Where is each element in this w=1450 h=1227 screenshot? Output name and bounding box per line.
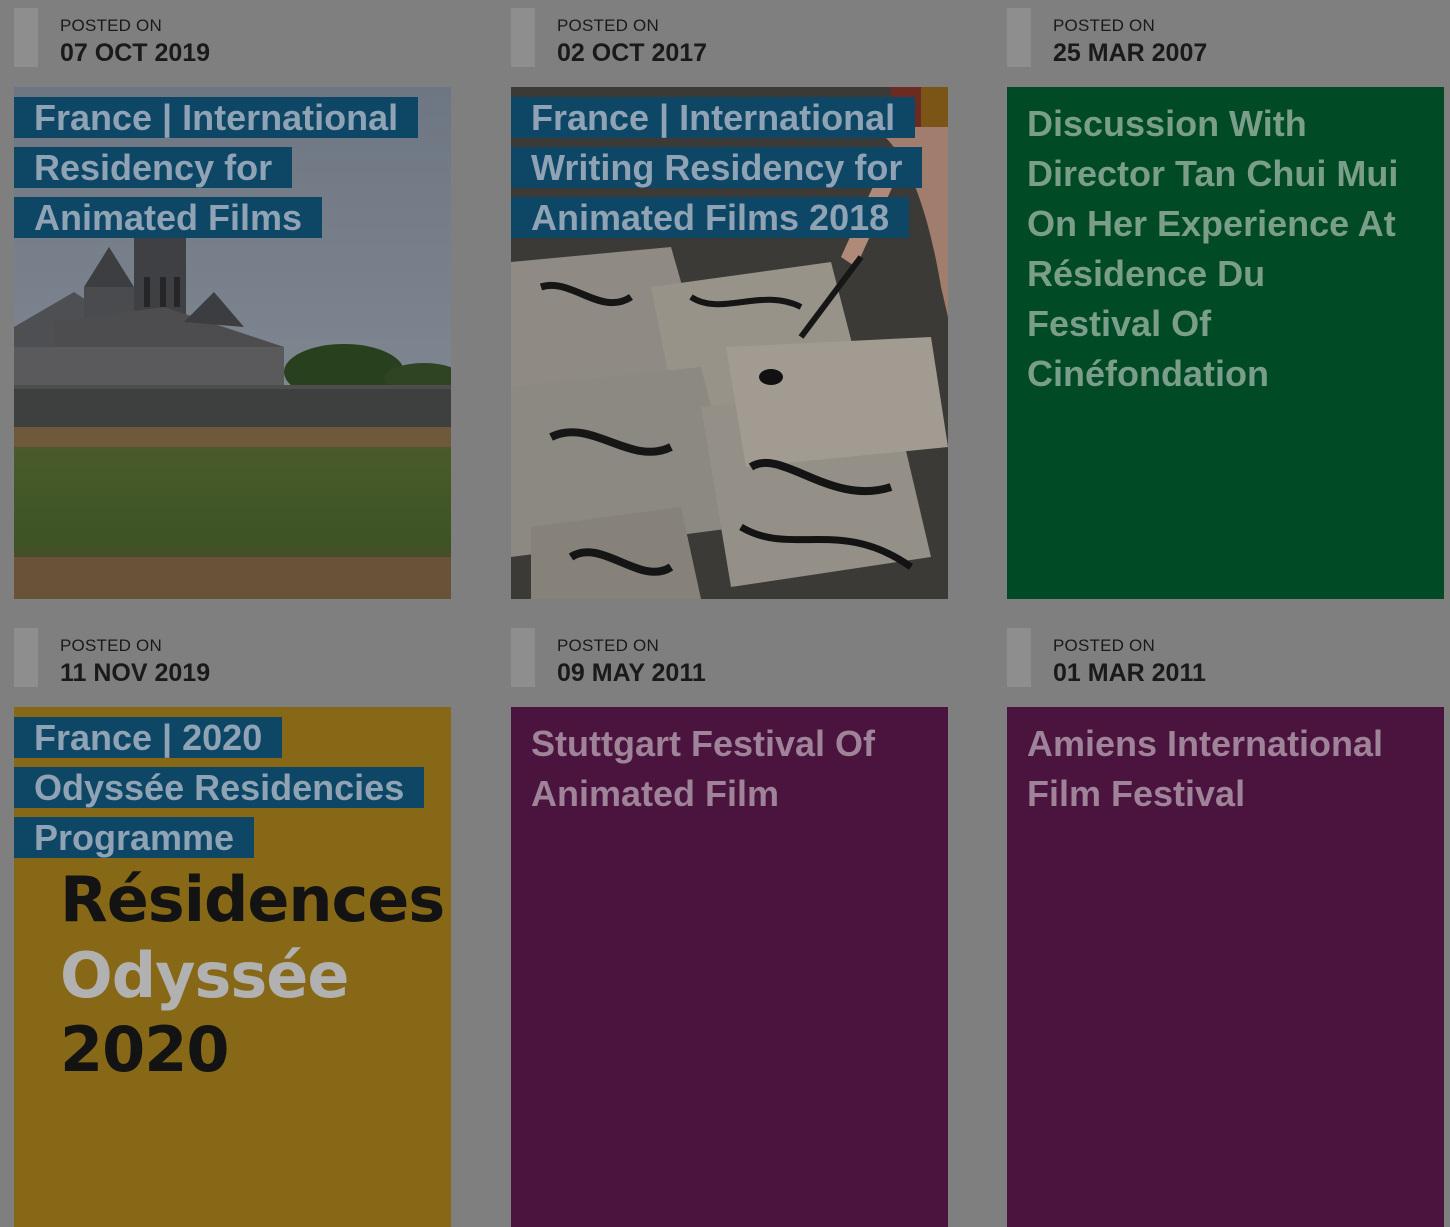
post-date-block: POSTED ON 09 MAY 2011 [511, 628, 948, 688]
post-date-block: POSTED ON 11 NOV 2019 [14, 628, 451, 688]
date-accent-bar [14, 8, 38, 67]
post-date: 02 OCT 2017 [557, 39, 708, 67]
post-thumbnail[interactable]: Résidences Odyssée 2020 France | 2020 Od… [14, 707, 451, 1227]
posted-on-label: POSTED ON [1053, 636, 1155, 655]
date-accent-bar [511, 8, 535, 67]
post-date-block: POSTED ON 25 MAR 2007 [1007, 8, 1444, 68]
date-accent-bar [14, 628, 38, 687]
post-card[interactable]: POSTED ON 11 NOV 2019 Résidences Odyssée… [14, 628, 451, 1227]
post-date: 07 OCT 2019 [60, 39, 211, 67]
post-title[interactable]: France | International Residency for Ani… [14, 93, 430, 243]
post-title[interactable]: Discussion With Director Tan Chui Mui On… [1027, 99, 1407, 399]
post-thumbnail[interactable]: Discussion With Director Tan Chui Mui On… [1007, 87, 1444, 599]
post-card[interactable]: POSTED ON 01 MAR 2011 Amiens Internation… [1007, 628, 1444, 1227]
post-card[interactable]: POSTED ON 09 MAY 2011 Stuttgart Festival… [511, 628, 948, 1227]
date-accent-bar [1007, 628, 1031, 687]
poster-text: Résidences [60, 863, 445, 936]
post-date: 09 MAY 2011 [557, 659, 706, 687]
post-thumbnail[interactable]: France | International Writing Residency… [511, 87, 948, 599]
posted-on-label: POSTED ON [557, 636, 659, 655]
post-thumbnail[interactable]: Amiens International Film Festival [1007, 707, 1444, 1227]
post-title[interactable]: Amiens International Film Festival [1027, 719, 1407, 819]
post-date: 01 MAR 2011 [1053, 659, 1206, 687]
post-date-block: POSTED ON 07 OCT 2019 [14, 8, 451, 68]
post-thumbnail[interactable]: Stuttgart Festival Of Animated Film [511, 707, 948, 1227]
post-card[interactable]: POSTED ON 02 OCT 2017 France | Internati… [511, 8, 948, 599]
poster-text: 2020 [60, 1013, 230, 1086]
posted-on-label: POSTED ON [557, 16, 659, 35]
posted-on-label: POSTED ON [60, 16, 162, 35]
post-date: 11 NOV 2019 [60, 659, 211, 687]
poster-text: Odyssée [60, 939, 349, 1012]
post-card[interactable]: POSTED ON 25 MAR 2007 Discussion With Di… [1007, 8, 1444, 599]
post-title[interactable]: Stuttgart Festival Of Animated Film [531, 719, 911, 819]
post-title[interactable]: France | International Writing Residency… [511, 93, 927, 243]
posted-on-label: POSTED ON [60, 636, 162, 655]
post-date-block: POSTED ON 02 OCT 2017 [511, 8, 948, 68]
post-date: 25 MAR 2007 [1053, 39, 1208, 67]
posted-on-label: POSTED ON [1053, 16, 1155, 35]
post-card[interactable]: POSTED ON 07 OCT 2019 France | Internati… [14, 8, 451, 599]
post-title[interactable]: France | 2020 Odyssée Residencies Progra… [14, 713, 430, 863]
post-thumbnail[interactable]: France | International Residency for Ani… [14, 87, 451, 599]
post-date-block: POSTED ON 01 MAR 2011 [1007, 628, 1444, 688]
date-accent-bar [1007, 8, 1031, 67]
date-accent-bar [511, 628, 535, 687]
